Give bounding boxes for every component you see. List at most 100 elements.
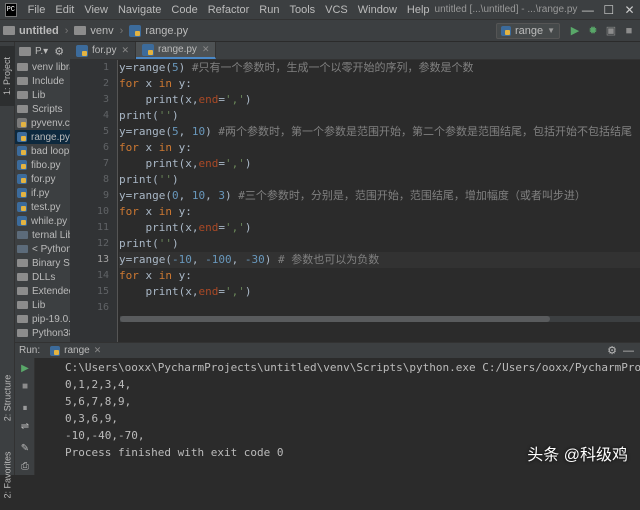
code-token: x (138, 77, 159, 90)
code-line[interactable]: print('') (119, 236, 179, 252)
tab-range-py[interactable]: range.py ✕ (136, 42, 217, 59)
breadcrumb-project[interactable]: untitled (0, 25, 62, 37)
project-tool-label: 1: Project (2, 56, 13, 96)
project-tree-item[interactable]: DLLs (15, 270, 55, 284)
project-tree-item[interactable]: fibo.py (15, 158, 60, 172)
project-tree-item[interactable]: pyvenv.cfg (15, 116, 70, 130)
pycharm-logo-icon: PC (5, 2, 17, 17)
code-line[interactable]: y=range(5) #只有一个参数时，生成一个以零开始的序列，参数是个数 (119, 60, 473, 76)
code-line[interactable]: print(x,end=',') (119, 220, 251, 236)
line-number: 12 (96, 238, 109, 249)
horizontal-scrollbar-thumb[interactable] (120, 316, 550, 322)
project-tree-item[interactable]: Lib (15, 298, 45, 312)
code-line[interactable]: print('') (119, 172, 179, 188)
favorites-tool-tab[interactable]: 2: Favorites (0, 440, 15, 510)
stop-icon[interactable]: ■ (620, 25, 638, 37)
breadcrumb-file[interactable]: range.py (126, 24, 191, 37)
minimize-button[interactable]: — (577, 3, 598, 17)
line-number: 9 (102, 190, 109, 201)
console-output-line: 0,1,2,3,4, (65, 378, 132, 391)
project-tree-item[interactable]: venv library (15, 60, 70, 74)
code-line[interactable]: for x in y: (119, 204, 192, 220)
folder-icon (17, 315, 28, 323)
code-line[interactable]: y=range(5, 10) #两个参数时，第一个参数是范围开始，第二个参数是范… (119, 124, 632, 140)
breadcrumb-venv[interactable]: venv (71, 25, 116, 37)
hide-panel-icon[interactable]: — (623, 345, 634, 357)
menu-edit[interactable]: Edit (50, 4, 79, 16)
run-tab-range[interactable]: range (64, 345, 90, 356)
code-token: ) (172, 109, 179, 122)
project-tree-item[interactable]: test.py (15, 200, 60, 214)
code-token: = (218, 93, 225, 106)
menu-help[interactable]: Help (402, 4, 435, 16)
menu-navigate[interactable]: Navigate (113, 4, 166, 16)
project-tree-item[interactable]: pip-19.0.3 (15, 312, 70, 326)
code-token: y: (172, 77, 192, 90)
run-configuration-select[interactable]: range ▼ (495, 22, 560, 39)
code-token: end (198, 285, 219, 298)
project-tree-item[interactable]: if.py (15, 186, 49, 200)
close-window-button[interactable]: ✕ (619, 3, 640, 17)
code-line[interactable]: y=range(-10, -100, -30) # 参数也可以为负数 (119, 252, 640, 268)
tab-for-py[interactable]: for.py ✕ (70, 42, 137, 59)
menu-vcs[interactable]: VCS (320, 4, 353, 16)
stop-icon[interactable]: ■ (18, 380, 32, 394)
code-token: end (198, 157, 219, 170)
code-line[interactable]: print(x,end=',') (119, 284, 251, 300)
menu-tools[interactable]: Tools (284, 4, 320, 16)
close-icon[interactable]: ✕ (202, 44, 210, 55)
project-tree-item[interactable]: for.py (15, 172, 55, 186)
code-editor[interactable]: y=range(5) #只有一个参数时，生成一个以零开始的序列，参数是个数 for… (119, 60, 640, 342)
code-token: 3 (218, 189, 225, 202)
code-line[interactable]: print('') (119, 108, 179, 124)
project-tree-item[interactable]: while.py (15, 214, 67, 228)
print-icon[interactable]: ⎙ (18, 460, 32, 474)
project-tree-item[interactable]: Python38 (15, 326, 70, 340)
python-file-icon (17, 160, 27, 170)
close-icon[interactable]: ✕ (94, 345, 102, 356)
code-line[interactable]: for x in y: (119, 268, 192, 284)
code-line[interactable]: y=range(0, 10, 3) #三个参数时，分别是，范围开始，范围结尾，增… (119, 188, 586, 204)
project-tree-item[interactable]: Extended (15, 284, 70, 298)
project-tree-item[interactable]: range.py (15, 130, 70, 144)
project-tool-tab[interactable]: 1: Project (0, 46, 15, 106)
project-tree-item[interactable]: ternal Librarie (15, 228, 70, 242)
code-line[interactable]: for x in y: (119, 140, 192, 156)
code-token: , (191, 253, 206, 266)
project-icon (19, 46, 31, 56)
project-tree-item[interactable]: Binary Sk (15, 256, 70, 270)
menu-refactor[interactable]: Refactor (203, 4, 255, 16)
code-line[interactable]: for x in y: (119, 76, 192, 92)
project-tree-item-label: DLLs (32, 271, 56, 283)
soft-wrap-icon[interactable]: ⇌ (18, 420, 32, 434)
coverage-icon[interactable]: ▣ (602, 24, 620, 37)
project-tree-item[interactable]: Include (15, 74, 64, 88)
structure-tool-label: 2: Structure (2, 374, 13, 422)
code-token: 0 (171, 189, 179, 202)
debug-icon[interactable]: ✹ (584, 24, 602, 37)
settings-gear-icon[interactable]: ⚙ (607, 344, 617, 357)
pin-tab-icon[interactable]: ✎ (18, 442, 32, 456)
code-line[interactable]: print(x,end=',') (119, 156, 251, 172)
project-tree-item[interactable]: Scripts (15, 102, 63, 116)
code-line[interactable]: print(x,end=',') (119, 92, 251, 108)
settings-gear-icon[interactable]: ⚙ (54, 45, 64, 58)
menu-window[interactable]: Window (353, 4, 402, 16)
run-icon[interactable]: ▶ (566, 24, 584, 37)
code-token: , (178, 189, 192, 202)
structure-tool-tab[interactable]: 2: Structure (0, 358, 15, 438)
project-tree-item[interactable]: < Python 3.8 (15, 242, 70, 256)
close-icon[interactable]: ✕ (121, 45, 129, 56)
menu-run[interactable]: Run (254, 4, 284, 16)
python-file-icon (17, 146, 27, 156)
project-tree-item[interactable]: bad loop.py (15, 144, 70, 158)
maximize-button[interactable]: ☐ (598, 3, 619, 17)
menu-view[interactable]: View (79, 4, 113, 16)
menu-file[interactable]: File (23, 4, 51, 16)
project-view-select[interactable]: P.▾ (35, 46, 48, 57)
project-tree-item[interactable]: Lib (15, 88, 45, 102)
menu-code[interactable]: Code (166, 4, 202, 16)
pause-output-icon[interactable]: ⏸ (18, 402, 32, 416)
rerun-icon[interactable]: ▶ (18, 362, 32, 376)
breadcrumb-separator: › (119, 24, 124, 37)
